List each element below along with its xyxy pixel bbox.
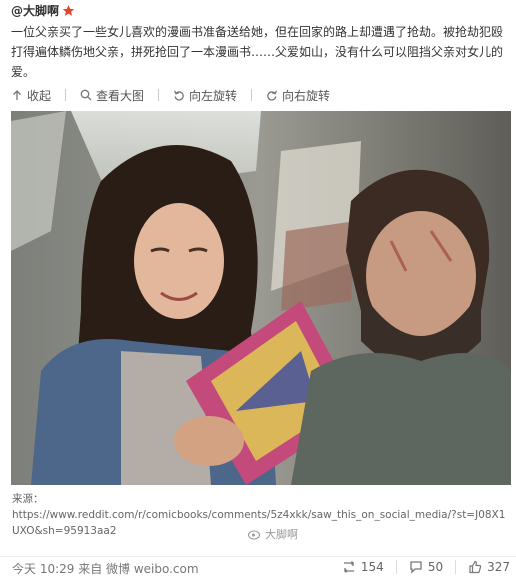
- author-name[interactable]: @大脚啊: [11, 2, 59, 19]
- post-footer: 今天 10:29 来自 微博 weibo.com 154 50 327: [0, 556, 516, 578]
- star-icon: [62, 4, 75, 17]
- collapse-label: 收起: [27, 88, 52, 103]
- rotate-left-icon: [173, 89, 185, 101]
- view-large-button[interactable]: 查看大图: [80, 87, 144, 104]
- repost-icon: [342, 560, 356, 574]
- like-icon: [468, 560, 482, 574]
- image-toolbar: 收起 查看大图 向左旋转 向右旋转: [11, 87, 344, 103]
- like-button[interactable]: 327: [468, 560, 510, 574]
- collapse-button[interactable]: 收起: [11, 87, 51, 104]
- repost-count: 154: [360, 560, 384, 574]
- repost-button[interactable]: 154: [342, 560, 384, 574]
- toolbar-divider: [251, 89, 253, 101]
- rotate-right-button[interactable]: 向右旋转: [266, 87, 330, 104]
- photo-illustration: [11, 111, 511, 485]
- comment-count: 50: [427, 560, 444, 574]
- post-meta: 今天 10:29 来自 微博 weibo.com: [12, 562, 199, 576]
- action-divider: [455, 560, 457, 574]
- toolbar-divider: [158, 89, 160, 101]
- weibo-logo-icon: [248, 528, 262, 540]
- comment-button[interactable]: 50: [409, 560, 443, 574]
- comment-icon: [409, 560, 423, 574]
- post-text: 一位父亲买了一些女儿喜欢的漫画书准备送给她，但在回家的路上却遭遇了抢劫。被抢劫犯…: [11, 25, 504, 79]
- post-author[interactable]: @大脚啊: [11, 2, 75, 18]
- post-photo[interactable]: [11, 111, 511, 485]
- collapse-arrow-icon: [11, 89, 23, 101]
- source-label: 来源：: [12, 493, 44, 505]
- action-divider: [395, 560, 397, 574]
- rotate-left-button[interactable]: 向左旋转: [173, 87, 237, 104]
- rotate-left-label: 向左旋转: [189, 88, 238, 103]
- weibo-post: @大脚啊 一位父亲买了一些女儿喜欢的漫画书准备送给她，但在回家的路上却遭遇了抢劫…: [0, 0, 516, 578]
- action-bar: 154 50 327: [330, 560, 510, 574]
- watermark-text: 大脚啊: [265, 528, 298, 541]
- search-icon: [80, 89, 92, 101]
- rotate-right-label: 向右旋转: [282, 88, 331, 103]
- like-count: 327: [487, 560, 510, 574]
- toolbar-divider: [65, 89, 67, 101]
- watermark: 大脚啊: [248, 526, 298, 542]
- view-large-label: 查看大图: [96, 88, 145, 103]
- rotate-right-icon: [266, 89, 278, 101]
